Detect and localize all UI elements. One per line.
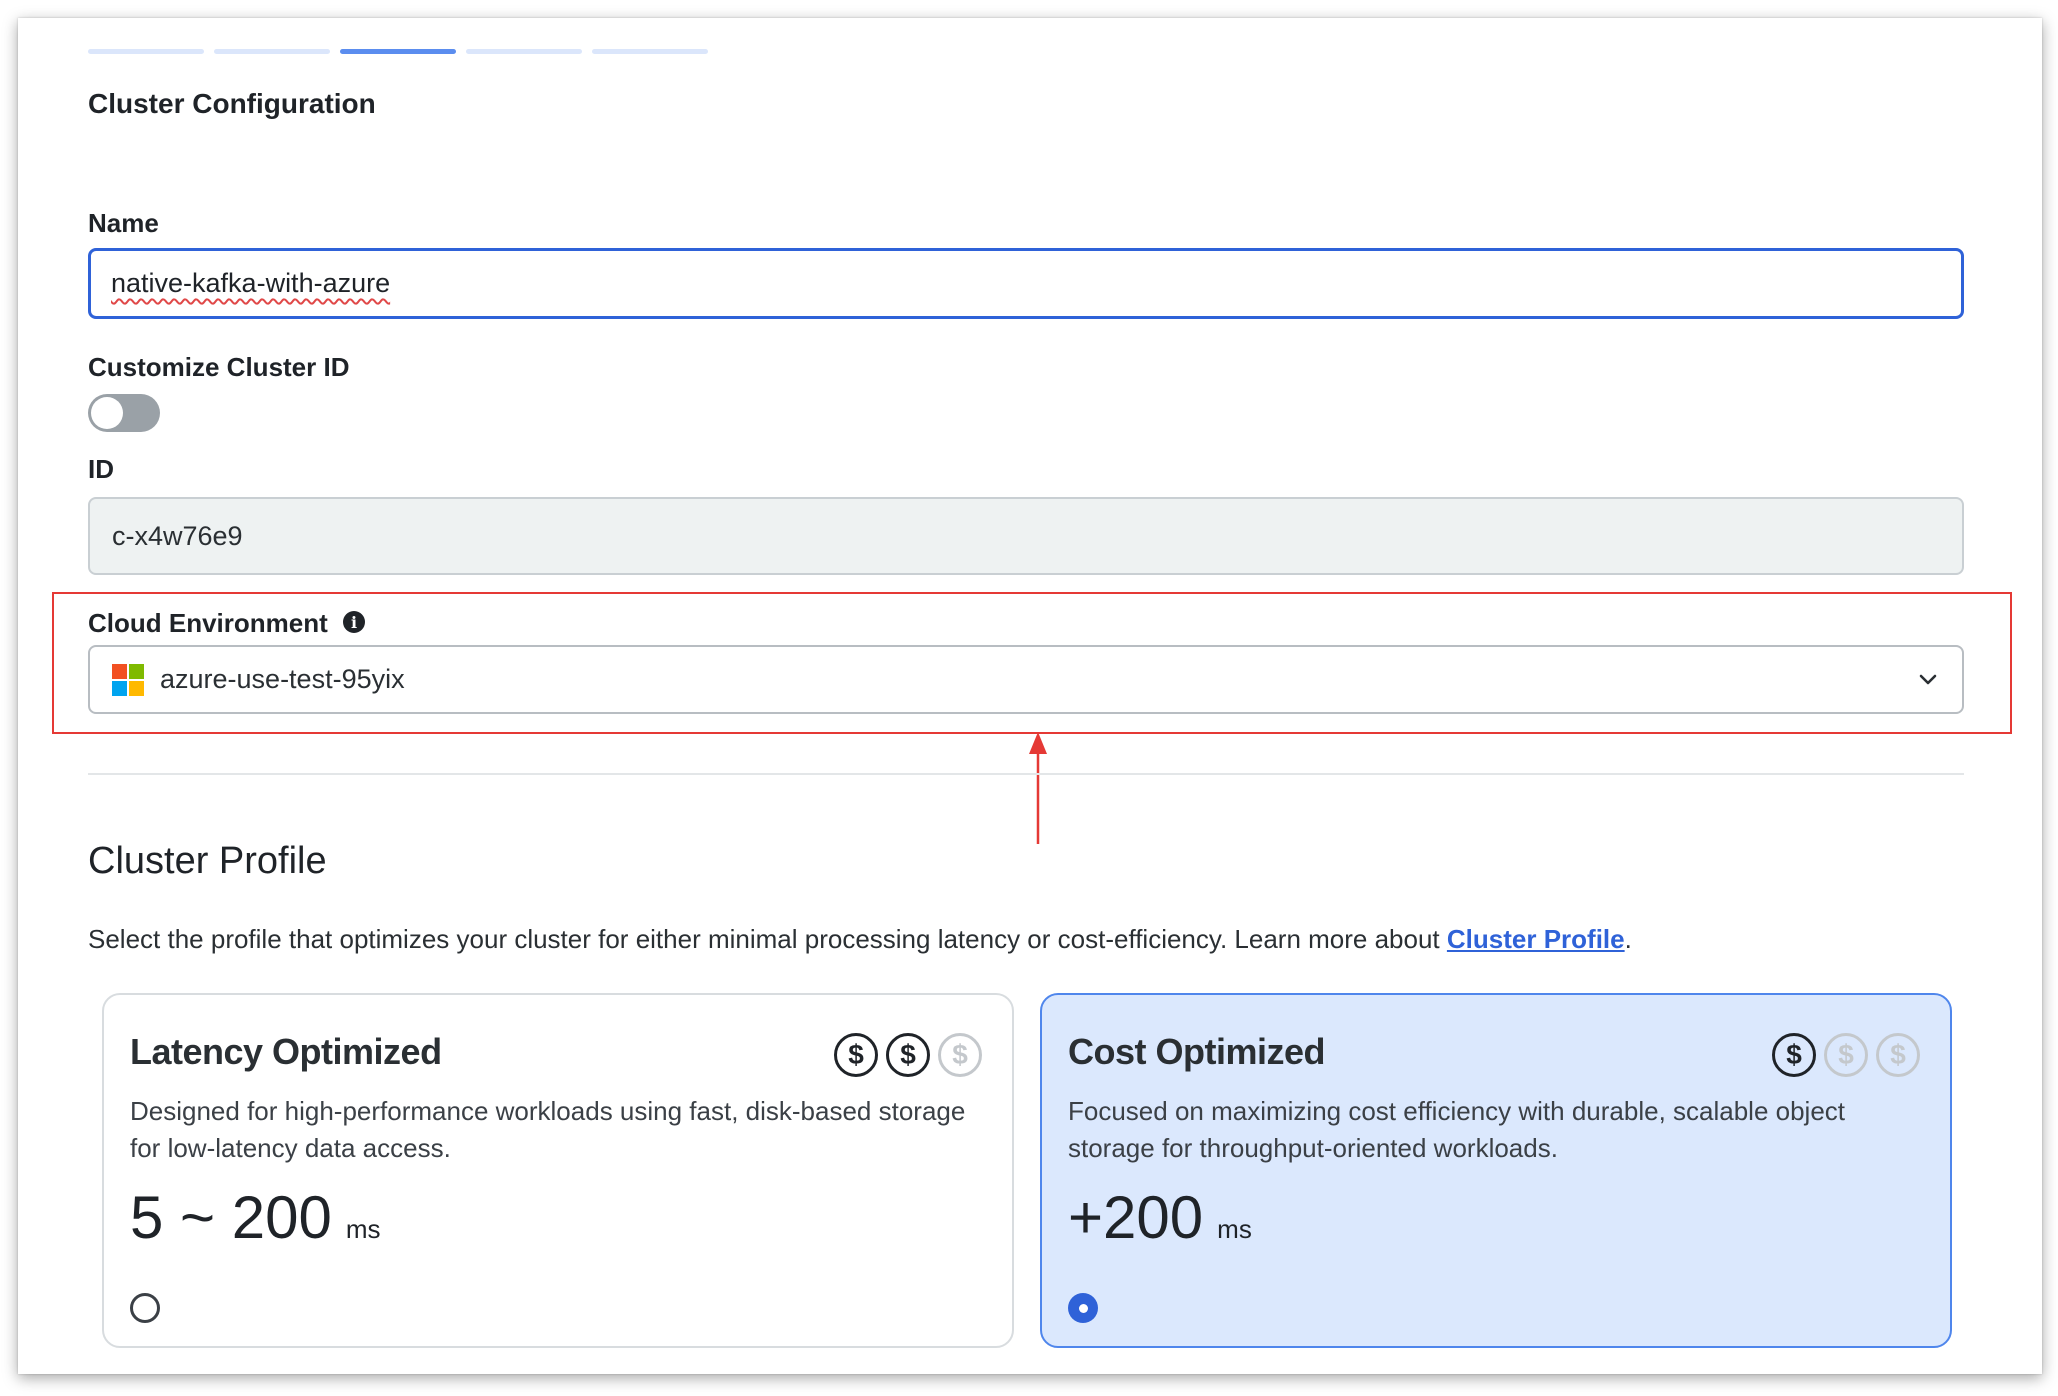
dollar-icon: $ — [1876, 1033, 1920, 1077]
latency-value: 5 ~ 200 ms — [130, 1183, 381, 1252]
latency-number: +200 — [1068, 1184, 1204, 1251]
annotation-highlight-box — [52, 592, 2012, 734]
card-title: Latency Optimized — [130, 1031, 442, 1072]
latency-unit: ms — [345, 1214, 381, 1244]
dollar-icon: $ — [834, 1033, 878, 1077]
cost-optimized-card[interactable]: Cost Optimized $ $ $ Focused on maximizi… — [1040, 993, 1952, 1348]
name-label: Name — [88, 208, 159, 238]
id-field-value: c-x4w76e9 — [112, 520, 243, 551]
dollar-icon: $ — [886, 1033, 930, 1077]
card-title: Cost Optimized — [1068, 1031, 1326, 1072]
latency-unit: ms — [1217, 1214, 1252, 1244]
progress-step-5 — [592, 49, 708, 54]
customize-id-toggle[interactable] — [88, 394, 160, 432]
latency-optimized-card[interactable]: Latency Optimized $ $ $ Designed for hig… — [102, 993, 1014, 1348]
cost-indicator: $ $ $ — [1772, 1033, 1920, 1077]
profile-description-trailing: . — [1624, 924, 1632, 954]
card-description: Focused on maximizing cost efficiency wi… — [1068, 1096, 1846, 1163]
profile-description-text: Select the profile that optimizes your c… — [88, 924, 1440, 954]
latency-optimized-radio[interactable] — [130, 1293, 160, 1323]
name-input-value: native-kafka-with-azure — [111, 268, 391, 298]
radio-dot — [1078, 1303, 1088, 1313]
customize-id-label: Customize Cluster ID — [88, 352, 350, 382]
progress-step-1 — [88, 49, 204, 54]
toggle-knob — [91, 397, 123, 429]
dollar-icon: $ — [1772, 1033, 1816, 1077]
dollar-icon: $ — [1824, 1033, 1868, 1077]
profile-title: Cluster Profile — [88, 840, 327, 882]
cost-optimized-radio[interactable] — [1068, 1293, 1098, 1323]
annotation-arrow-icon — [1029, 732, 1047, 844]
progress-step-2 — [214, 49, 330, 54]
cost-indicator: $ $ $ — [834, 1033, 982, 1077]
name-input[interactable]: native-kafka-with-azure — [88, 248, 1964, 319]
profile-description: Select the profile that optimizes your c… — [88, 924, 1632, 955]
dollar-icon: $ — [938, 1033, 982, 1077]
id-label: ID — [88, 454, 114, 484]
card-description: Designed for high-performance workloads … — [130, 1096, 966, 1163]
progress-step-4 — [466, 49, 582, 54]
id-field: c-x4w76e9 — [88, 497, 1964, 575]
latency-number: 5 ~ 200 — [130, 1184, 332, 1251]
latency-value: +200 ms — [1068, 1183, 1252, 1252]
divider — [88, 773, 1964, 775]
cluster-config-panel: Cluster Configuration Name native-kafka-… — [18, 18, 2042, 1374]
progress-step-3 — [340, 49, 456, 54]
section-title: Cluster Configuration — [88, 88, 376, 119]
cluster-profile-link[interactable]: Cluster Profile — [1447, 924, 1625, 954]
